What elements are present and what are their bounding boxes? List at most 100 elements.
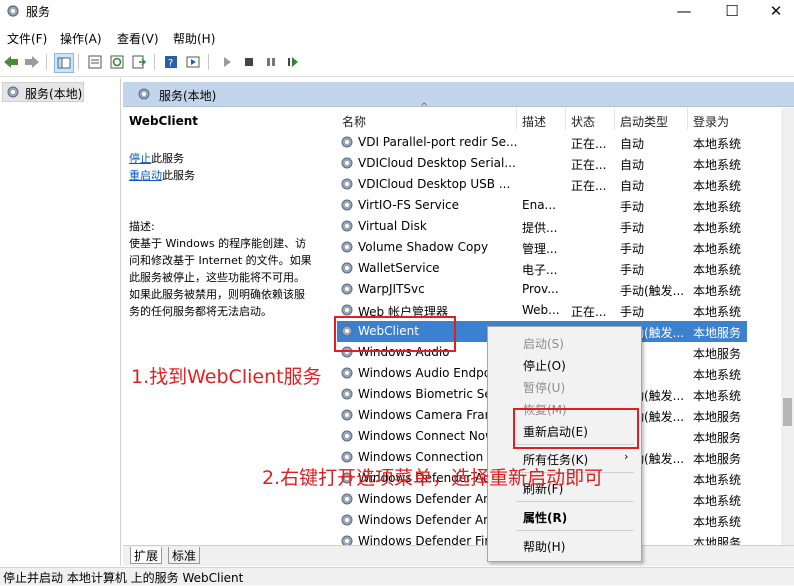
tab-standard[interactable]: 标准 <box>168 547 201 564</box>
webclient-highlight-box <box>334 316 456 352</box>
service-row[interactable]: WalletService 电子... 手动 本地系统 <box>337 258 747 279</box>
forward-icon[interactable] <box>23 53 41 71</box>
svg-text:?: ? <box>168 58 173 69</box>
gear-icon <box>341 304 353 316</box>
gear-icon <box>341 262 353 274</box>
close-button[interactable]: ✕ <box>754 0 794 24</box>
service-row[interactable]: VirtIO-FS Service Ena... 手动 本地系统 <box>337 195 747 216</box>
service-row[interactable]: Virtual Disk 提供... 手动 本地系统 <box>337 216 747 237</box>
menu-action[interactable]: 操作(A) <box>60 30 102 47</box>
column-header-logon-as[interactable]: 登录为 <box>693 113 729 130</box>
service-startup-type: 手动 <box>620 263 645 277</box>
service-logon-as: 本地服务 <box>693 326 742 340</box>
service-logon-as: 本地系统 <box>693 242 742 256</box>
gear-icon <box>138 88 150 100</box>
description-text-line: 务的任何服务都将无法启动。 <box>129 305 272 318</box>
column-header-startup-type[interactable]: 启动类型 <box>620 113 668 130</box>
menu-separator <box>516 530 634 531</box>
view-tabs <box>123 545 794 566</box>
service-logon-as: 本地服务 <box>693 410 742 424</box>
toolbar-separator <box>46 54 47 70</box>
service-name: VDICloud Desktop Serial... <box>358 156 516 170</box>
service-logon-as: 本地系统 <box>693 158 742 172</box>
service-startup-type: 手动 <box>620 200 645 214</box>
service-row[interactable]: WarpJITSvc Prov... 手动(触发... 本地系统 <box>337 279 747 300</box>
service-logon-as: 本地系统 <box>693 284 742 298</box>
service-row[interactable]: VDICloud Desktop USB ... 正在... 自动 本地系统 <box>337 174 747 195</box>
stop-service-icon[interactable] <box>240 53 258 71</box>
sort-arrow-icon: ^ <box>420 102 429 113</box>
column-divider[interactable] <box>565 108 566 130</box>
service-description: 提供... <box>522 221 558 235</box>
service-logon-as: 本地服务 <box>693 431 742 445</box>
maximize-button[interactable]: ☐ <box>710 0 754 24</box>
menu-file[interactable]: 文件(F) <box>7 30 47 47</box>
menu-bar: 文件(F) 操作(A) 查看(V) 帮助(H) <box>0 26 794 48</box>
menu-view[interactable]: 查看(V) <box>117 30 159 47</box>
toolbar-separator <box>154 54 155 70</box>
service-description: Web... <box>522 303 560 317</box>
selected-service-name: WebClient <box>129 114 198 128</box>
menu-item-start[interactable]: 启动(S) <box>523 335 564 352</box>
properties-list-icon[interactable] <box>86 53 104 71</box>
service-logon-as: 本地系统 <box>693 179 742 193</box>
scrollbar-thumb[interactable] <box>783 398 792 426</box>
stop-service-link[interactable]: 停止 <box>129 152 151 165</box>
service-row[interactable]: VDI Parallel-port redir Se... 正在... 自动 本地系统 <box>337 132 747 153</box>
column-divider[interactable] <box>516 108 517 130</box>
service-description: 管理... <box>522 242 558 256</box>
help-icon[interactable]: ? <box>162 53 180 71</box>
service-logon-as: 本地系统 <box>693 263 742 277</box>
menu-help[interactable]: 帮助(H) <box>173 30 215 47</box>
annotation-step1: 1.找到WebClient服务 <box>131 366 322 388</box>
column-divider[interactable] <box>614 108 615 130</box>
back-icon[interactable] <box>2 53 20 71</box>
submenu-arrow-icon: › <box>624 450 629 463</box>
annotation-step2: 2.右键打开选项菜单，选择重新启动即可 <box>262 467 604 489</box>
service-description: Ena... <box>522 198 556 212</box>
service-status: 正在... <box>571 179 607 193</box>
services-app-icon <box>7 5 19 17</box>
stop-service-line: 停止此服务 <box>129 150 184 167</box>
description-label: 描述: <box>129 220 155 233</box>
service-startup-type: 自动 <box>620 137 645 151</box>
column-divider[interactable] <box>687 108 688 130</box>
vertical-scrollbar[interactable] <box>781 108 794 548</box>
show-hide-pane-icon[interactable] <box>184 53 202 71</box>
tree-item-services-local[interactable]: 服务(本地) <box>2 82 84 102</box>
gear-icon <box>341 199 353 211</box>
pause-service-icon[interactable] <box>262 53 280 71</box>
column-header-status[interactable]: 状态 <box>571 113 595 130</box>
service-row[interactable]: VDICloud Desktop Serial... 正在... 自动 本地系统 <box>337 153 747 174</box>
restart-service-link[interactable]: 重启动 <box>129 169 162 182</box>
service-logon-as: 本地系统 <box>693 221 742 235</box>
gear-icon <box>341 388 353 400</box>
minimize-button[interactable]: — <box>662 0 706 24</box>
service-logon-as: 本地系统 <box>693 515 742 529</box>
gear-icon <box>341 241 353 253</box>
service-logon-as: 本地系统 <box>693 389 742 403</box>
gear-icon <box>341 283 353 295</box>
menu-item-help[interactable]: 帮助(H) <box>523 538 565 555</box>
restart-service-icon[interactable] <box>284 53 302 71</box>
column-header-description[interactable]: 描述 <box>522 113 546 130</box>
toolbar: ? <box>0 50 794 77</box>
menu-item-stop[interactable]: 停止(O) <box>523 357 566 374</box>
description-text-line: 问和修改基于 Internet 的文件。如果 <box>129 254 312 267</box>
status-text: 停止并启动 本地计算机 上的服务 WebClient <box>3 571 244 585</box>
gear-icon <box>341 367 353 379</box>
refresh-icon[interactable] <box>108 53 126 71</box>
gear-icon <box>341 493 353 505</box>
service-name: Virtual Disk <box>358 219 427 233</box>
export-list-icon[interactable] <box>130 53 148 71</box>
start-service-icon[interactable] <box>218 53 236 71</box>
service-logon-as: 本地系统 <box>693 368 742 382</box>
tab-extended[interactable]: 扩展 <box>130 547 163 564</box>
service-logon-as: 本地系统 <box>693 305 742 319</box>
menu-item-properties[interactable]: 属性(R) <box>523 509 567 526</box>
console-tree-icon[interactable] <box>54 53 74 73</box>
column-header-name[interactable]: 名称 <box>342 113 366 130</box>
menu-item-pause[interactable]: 暂停(U) <box>523 379 565 396</box>
service-row[interactable]: Volume Shadow Copy 管理... 手动 本地系统 <box>337 237 747 258</box>
gear-icon <box>341 220 353 232</box>
